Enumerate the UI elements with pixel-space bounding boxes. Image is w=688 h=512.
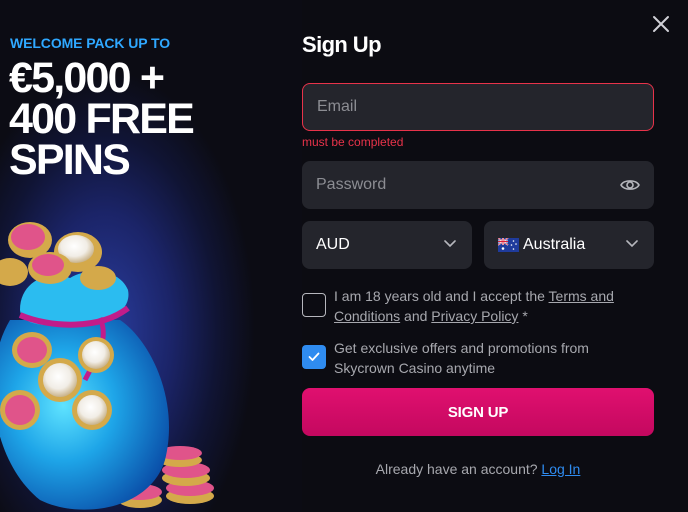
- currency-select-value: AUD: [316, 236, 350, 253]
- coin-bag-illustration: [0, 222, 214, 510]
- checkmark-icon: [308, 352, 320, 361]
- promo-headline-line: SPINS: [9, 136, 131, 184]
- age-terms-checkbox[interactable]: [302, 293, 326, 317]
- login-link[interactable]: Log In: [541, 461, 580, 477]
- chevron-down-icon: [444, 240, 456, 248]
- eye-icon[interactable]: [620, 177, 640, 193]
- promo-headline-line: €5,000 +: [9, 54, 165, 102]
- login-prompt: Already have an account? Log In: [302, 461, 654, 477]
- age-terms-text: and: [400, 308, 432, 324]
- promo-subtitle: WELCOME PACK UP TO: [10, 35, 170, 51]
- chevron-down-icon: [626, 240, 638, 248]
- promo-headline: €5,000 + 400 FREE SPINS: [9, 54, 195, 184]
- country-select[interactable]: Australia: [484, 221, 654, 269]
- email-error-message: must be completed: [302, 135, 404, 149]
- sign-up-button[interactable]: SIGN UP: [302, 388, 654, 436]
- required-asterisk: *: [518, 308, 528, 324]
- country-select-value: Australia: [523, 236, 586, 253]
- coins-top: [0, 222, 116, 290]
- email-field[interactable]: [302, 83, 654, 131]
- close-icon[interactable]: [650, 13, 672, 35]
- offers-label: Get exclusive offers and promotions from…: [334, 340, 589, 376]
- age-terms-text: I am 18 years old and I accept the: [334, 288, 549, 304]
- offers-checkbox[interactable]: [302, 345, 326, 369]
- privacy-policy-link[interactable]: Privacy Policy: [431, 308, 518, 324]
- password-input[interactable]: [316, 176, 616, 194]
- page-title: Sign Up: [302, 32, 382, 57]
- email-input[interactable]: [317, 98, 617, 116]
- australia-flag-icon: [498, 238, 519, 252]
- login-prompt-text: Already have an account?: [375, 461, 538, 477]
- promo-headline-line: 400 FREE: [9, 95, 195, 143]
- promo-panel: WELCOME PACK UP TO €5,000 + 400 FREE SPI…: [0, 0, 302, 512]
- age-terms-label: I am 18 years old and I accept the Terms…: [334, 286, 644, 326]
- currency-select[interactable]: AUD: [302, 221, 472, 269]
- password-field[interactable]: [302, 161, 654, 209]
